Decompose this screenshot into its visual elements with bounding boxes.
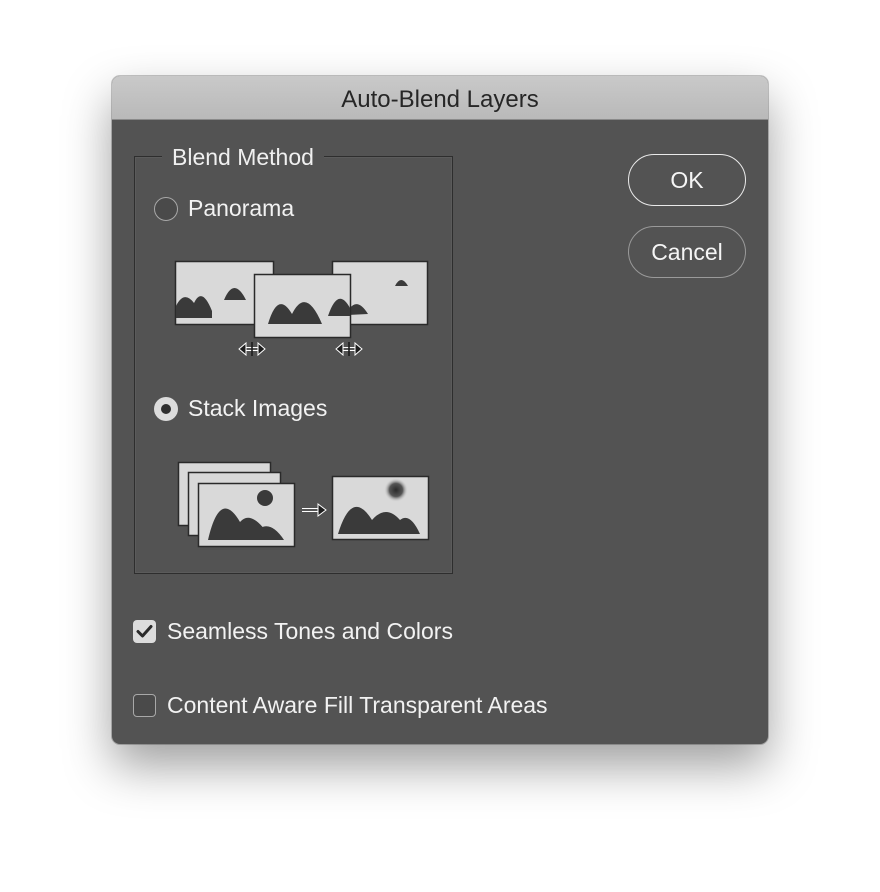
dialog-titlebar[interactable]: Auto-Blend Layers bbox=[112, 76, 768, 120]
radio-selected-dot-icon bbox=[161, 404, 171, 414]
checkmark-icon bbox=[136, 625, 153, 638]
seamless-tones-label[interactable]: Seamless Tones and Colors bbox=[167, 618, 453, 645]
panorama-label[interactable]: Panorama bbox=[188, 195, 294, 222]
arrow-right-icon bbox=[302, 503, 327, 517]
double-arrow-right-icon bbox=[335, 341, 363, 357]
blend-method-legend: Blend Method bbox=[162, 144, 324, 171]
ok-button[interactable]: OK bbox=[628, 154, 746, 206]
content-aware-fill-checkbox[interactable] bbox=[133, 694, 156, 717]
content-aware-fill-label[interactable]: Content Aware Fill Transparent Areas bbox=[167, 692, 548, 719]
panorama-center-frame-icon bbox=[253, 273, 352, 339]
seamless-tones-checkbox[interactable] bbox=[133, 620, 156, 643]
stack-images-label[interactable]: Stack Images bbox=[188, 395, 327, 422]
double-arrow-left-icon bbox=[238, 341, 266, 357]
stacked-layers-icon bbox=[177, 461, 296, 548]
stack-images-radio[interactable] bbox=[154, 397, 178, 421]
auto-blend-layers-dialog: Auto-Blend Layers Blend Method Panorama bbox=[112, 76, 768, 744]
stack-images-illustration bbox=[177, 461, 430, 548]
panorama-radio[interactable] bbox=[154, 197, 178, 221]
cancel-button[interactable]: Cancel bbox=[628, 226, 746, 278]
blended-result-icon bbox=[331, 475, 430, 541]
dialog-title: Auto-Blend Layers bbox=[341, 86, 539, 113]
panorama-illustration bbox=[174, 260, 429, 357]
